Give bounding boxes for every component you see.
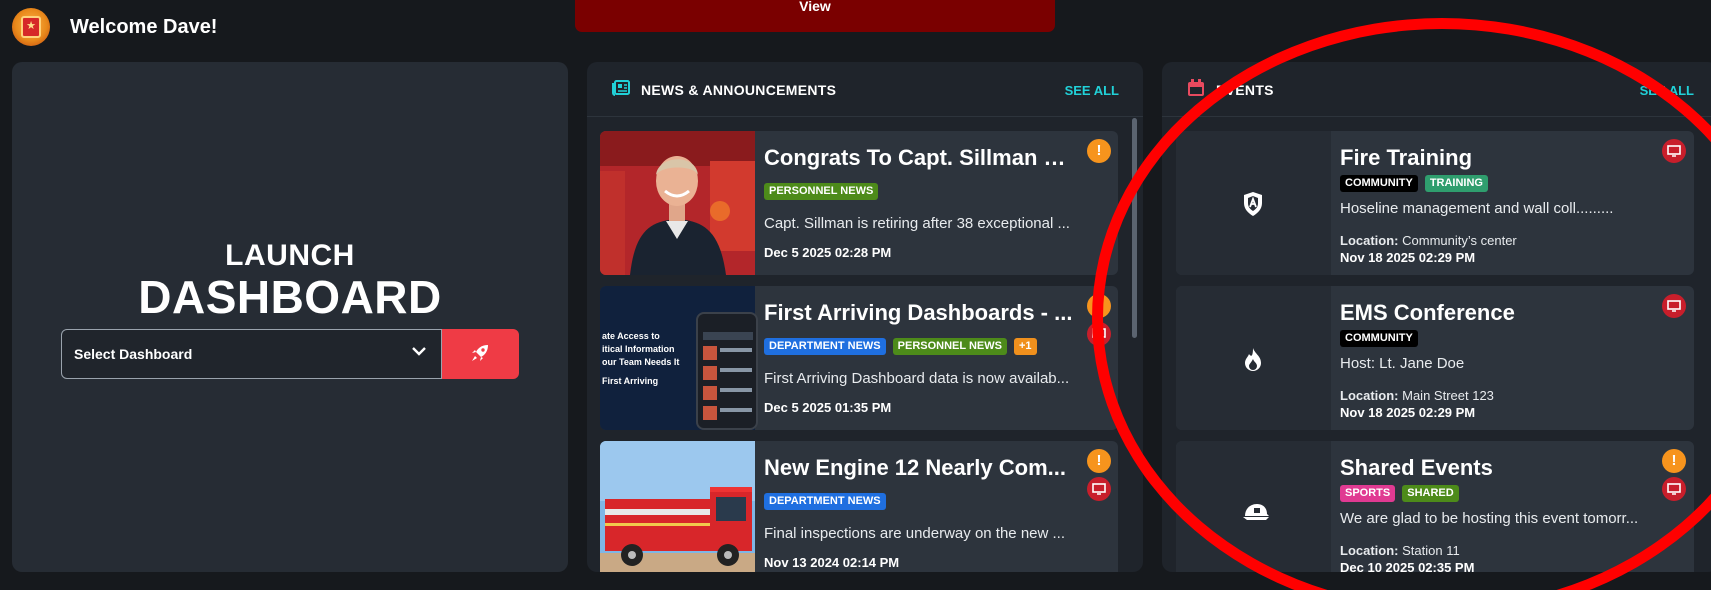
display-icon[interactable] bbox=[1662, 294, 1686, 318]
news-card-description: Capt. Sillman is retiring after 38 excep… bbox=[764, 215, 1070, 232]
newspaper-icon bbox=[612, 80, 630, 96]
app-logo[interactable]: ★ bbox=[12, 8, 50, 46]
events-title: EVENTS bbox=[1216, 82, 1274, 98]
tag-badge: PERSONNEL NEWS bbox=[892, 338, 1007, 355]
tag-badge: COMMUNITY bbox=[1340, 175, 1418, 192]
tag-badge: COMMUNITY bbox=[1340, 330, 1418, 347]
event-card-date: Dec 10 2025 02:35 PM bbox=[1340, 560, 1475, 572]
launch-title: LAUNCH DASHBOARD bbox=[12, 239, 568, 323]
welcome-text: Welcome Dave! bbox=[70, 16, 218, 38]
launch-button[interactable] bbox=[442, 329, 519, 379]
rocket-icon bbox=[472, 345, 488, 361]
news-card-description: First Arriving Dashboard data is now ava… bbox=[764, 370, 1070, 387]
events-see-all-link[interactable]: SEE ALL bbox=[1640, 83, 1694, 98]
news-card-title[interactable]: New Engine 12 Nearly Com... bbox=[764, 455, 1074, 481]
location-label: Location: bbox=[1340, 233, 1399, 248]
event-card-tags: SPORTS SHARED bbox=[1340, 485, 1459, 502]
launch-dashboard-panel: LAUNCH DASHBOARD Select Dashboard bbox=[12, 62, 568, 572]
news-header: NEWS & ANNOUNCEMENTS SEE ALL bbox=[587, 62, 1143, 117]
news-scrollbar[interactable] bbox=[1132, 118, 1137, 338]
thumbnail-text-line: itical Information bbox=[602, 344, 675, 354]
event-thumbnail bbox=[1176, 131, 1331, 275]
chevron-down-icon bbox=[412, 347, 426, 356]
location-label: Location: bbox=[1340, 543, 1399, 558]
event-card-title[interactable]: EMS Conference bbox=[1340, 300, 1650, 326]
event-card-title[interactable]: Shared Events bbox=[1340, 455, 1650, 481]
tag-badge[interactable]: +1 bbox=[1013, 338, 1037, 355]
news-card-tags: DEPARTMENT NEWS PERSONNEL NEWS +1 bbox=[764, 338, 1037, 355]
news-card-title[interactable]: Congrats To Capt. Sillman O... bbox=[764, 145, 1074, 171]
event-card-location: Location: Main Street 123 bbox=[1340, 388, 1494, 403]
event-card-description: Host: Lt. Jane Doe bbox=[1340, 355, 1465, 372]
news-card-tags: PERSONNEL NEWS bbox=[764, 183, 879, 200]
event-card-title[interactable]: Fire Training bbox=[1340, 145, 1650, 171]
news-card-description: Final inspections are underway on the ne… bbox=[764, 525, 1066, 542]
event-card[interactable]: Shared Events SPORTS SHARED We are glad … bbox=[1176, 441, 1694, 572]
event-card-tags: COMMUNITY TRAINING bbox=[1340, 175, 1488, 192]
news-card-title[interactable]: First Arriving Dashboards - ... bbox=[764, 300, 1074, 326]
news-card[interactable]: New Engine 12 Nearly Com... DEPARTMENT N… bbox=[600, 441, 1118, 572]
event-thumbnail bbox=[1176, 286, 1331, 430]
book-icon: ★ bbox=[21, 16, 41, 38]
location-value: Community’s center bbox=[1402, 233, 1517, 248]
event-card-description: We are glad to be hosting this event tom… bbox=[1340, 510, 1639, 527]
event-card-date: Nov 18 2025 02:29 PM bbox=[1340, 250, 1476, 265]
alert-icon[interactable]: ! bbox=[1087, 449, 1111, 473]
news-panel: NEWS & ANNOUNCEMENTS SEE ALL Congrats To… bbox=[587, 62, 1143, 572]
dashboard-select[interactable]: Select Dashboard bbox=[61, 329, 442, 379]
event-card-date: Nov 18 2025 02:29 PM bbox=[1340, 405, 1476, 420]
location-value: Main Street 123 bbox=[1402, 388, 1494, 403]
display-icon[interactable] bbox=[1087, 477, 1111, 501]
tag-badge: DEPARTMENT NEWS bbox=[764, 338, 886, 355]
news-thumbnail-firefighter bbox=[600, 131, 755, 275]
display-icon[interactable] bbox=[1087, 322, 1111, 346]
location-label: Location: bbox=[1340, 388, 1399, 403]
thumbnail-text-line: our Team Needs It bbox=[602, 357, 680, 367]
alert-icon[interactable]: ! bbox=[1662, 449, 1686, 473]
event-card-location: Location: Community’s center bbox=[1340, 233, 1517, 248]
display-icon[interactable] bbox=[1662, 139, 1686, 163]
news-card-date: Dec 5 2025 02:28 PM bbox=[764, 245, 892, 260]
tag-badge: TRAINING bbox=[1424, 175, 1488, 192]
events-header: EVENTS SEE ALL bbox=[1162, 62, 1711, 117]
news-card[interactable]: ate Access to itical Information our Tea… bbox=[600, 286, 1118, 430]
launch-title-line1: LAUNCH bbox=[225, 239, 355, 272]
news-card[interactable]: Congrats To Capt. Sillman O... PERSONNEL… bbox=[600, 131, 1118, 275]
tag-badge: DEPARTMENT NEWS bbox=[764, 493, 886, 510]
news-thumbnail-fire-engine bbox=[600, 441, 755, 572]
phone-mockup bbox=[696, 312, 758, 430]
flame-icon bbox=[1245, 348, 1261, 371]
tag-badge: SPORTS bbox=[1340, 485, 1396, 502]
shield-icon bbox=[1244, 192, 1262, 216]
news-card-tags: DEPARTMENT NEWS bbox=[764, 493, 886, 510]
tag-badge: PERSONNEL NEWS bbox=[764, 183, 879, 200]
alert-icon[interactable]: ! bbox=[1087, 294, 1111, 318]
event-card[interactable]: EMS Conference COMMUNITY Host: Lt. Jane … bbox=[1176, 286, 1694, 430]
news-card-date: Nov 13 2024 02:14 PM bbox=[764, 555, 900, 570]
launch-title-line2: DASHBOARD bbox=[138, 271, 442, 323]
event-thumbnail bbox=[1176, 441, 1331, 572]
events-panel: EVENTS SEE ALL Fire Training COMMUNITY T… bbox=[1162, 62, 1711, 572]
event-card-location: Location: Station 11 bbox=[1340, 543, 1460, 558]
view-button[interactable]: View bbox=[575, 0, 1055, 32]
location-value: Station 11 bbox=[1402, 543, 1460, 558]
calendar-icon bbox=[1188, 79, 1204, 96]
tag-badge: SHARED bbox=[1402, 485, 1459, 502]
event-card[interactable]: Fire Training COMMUNITY TRAINING Hoselin… bbox=[1176, 131, 1694, 275]
helmet-icon bbox=[1243, 504, 1269, 520]
thumbnail-text-line: ate Access to bbox=[602, 331, 660, 341]
news-thumbnail-dashboard: ate Access to itical Information our Tea… bbox=[600, 286, 758, 430]
news-card-date: Dec 5 2025 01:35 PM bbox=[764, 400, 892, 415]
display-icon[interactable] bbox=[1662, 477, 1686, 501]
event-card-tags: COMMUNITY bbox=[1340, 330, 1418, 347]
thumbnail-text-line: First Arriving bbox=[602, 376, 659, 386]
news-see-all-link[interactable]: SEE ALL bbox=[1065, 83, 1119, 98]
alert-icon[interactable]: ! bbox=[1087, 139, 1111, 163]
event-card-description: Hoseline management and wall coll.......… bbox=[1340, 200, 1614, 217]
dashboard-select-value: Select Dashboard bbox=[74, 346, 193, 362]
news-title: NEWS & ANNOUNCEMENTS bbox=[641, 82, 837, 98]
